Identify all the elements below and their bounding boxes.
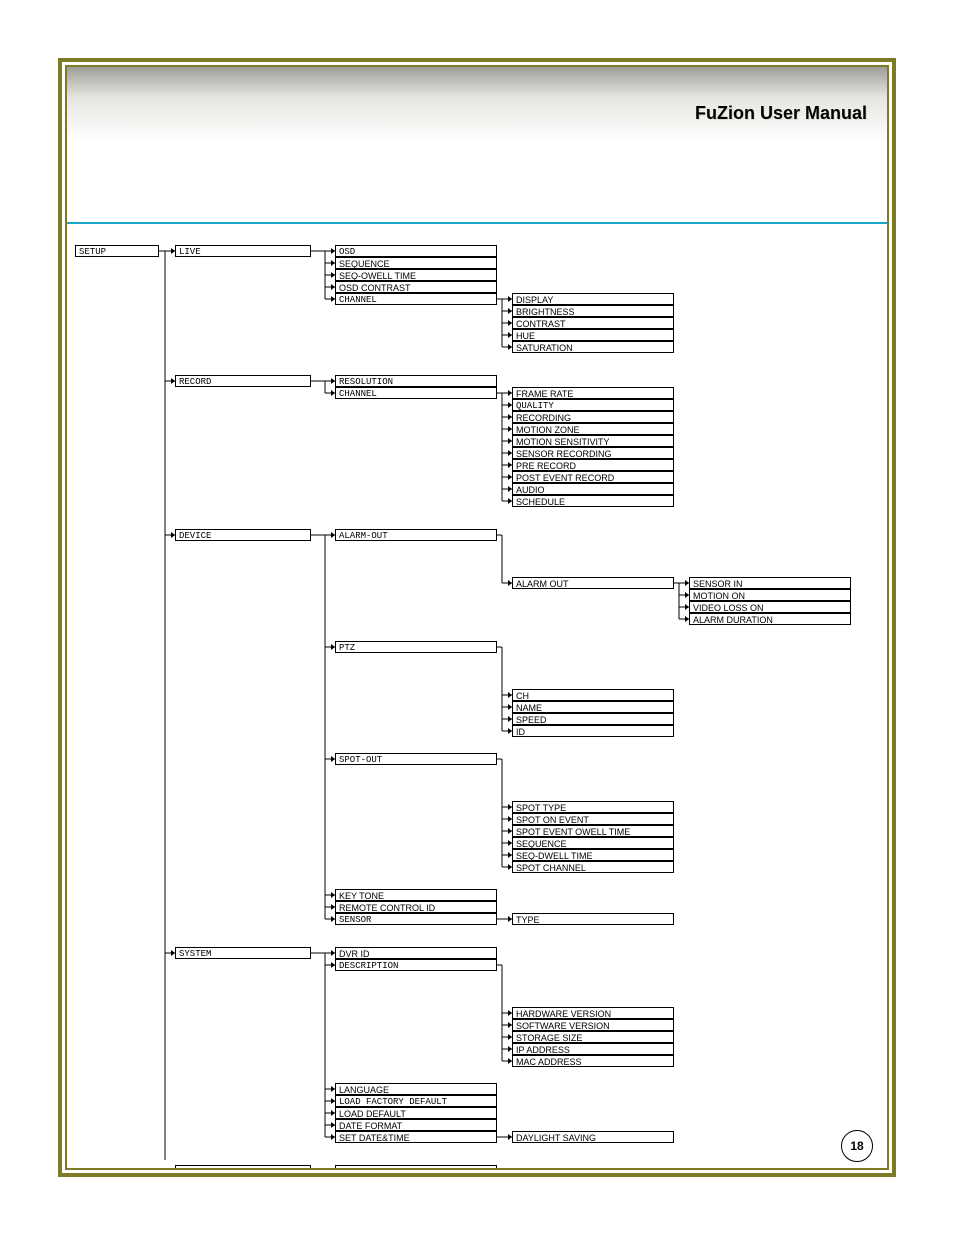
tree-node: CH: [512, 689, 674, 701]
tree-node: QUALITY: [512, 399, 674, 411]
tree-node: VIDEO LOSS ON: [689, 601, 851, 613]
tree-node: ADMIN PASSWORD: [335, 1165, 497, 1170]
tree-node: SYSTEM: [175, 947, 311, 959]
tree-node: MAC ADDRESS: [512, 1055, 674, 1067]
tree-node: ID: [512, 725, 674, 737]
tree-node: LANGUAGE: [335, 1083, 497, 1095]
tree-node: SPOT TYPE: [512, 801, 674, 813]
tree-node: HARDWARE VERSION: [512, 1007, 674, 1019]
tree-node: OSD CONTRAST: [335, 281, 497, 293]
tree-node: REMOTE CONTROL ID: [335, 901, 497, 913]
tree-node: OSD: [335, 245, 497, 257]
tree-node: BRIGHTNESS: [512, 305, 674, 317]
tree-node: SEQUENCE: [335, 257, 497, 269]
tree-node: KEY TONE: [335, 889, 497, 901]
tree-node: SATURATION: [512, 341, 674, 353]
tree-node: SENSOR: [335, 913, 497, 925]
tree-node: CONTRAST: [512, 317, 674, 329]
page-number: 18: [841, 1130, 873, 1162]
tree-node: SET DATE&TIME: [335, 1131, 497, 1143]
tree-node: SENSOR IN: [689, 577, 851, 589]
tree-node: SECURITY: [175, 1165, 311, 1170]
tree-node: DAYLIGHT SAVING: [512, 1131, 674, 1143]
tree-node: TYPE: [512, 913, 674, 925]
tree-node: CHANNEL: [335, 293, 497, 305]
tree-node: RESOLUTION: [335, 375, 497, 387]
menu-tree-diagram: SETUPLIVEOSDSEQUENCESEQ-OWELL TIMEOSD CO…: [67, 237, 887, 1160]
tree-node: HUE: [512, 329, 674, 341]
tree-node: SETUP: [75, 245, 159, 257]
tree-node: DVR ID: [335, 947, 497, 959]
tree-node: SPOT EVENT OWELL TIME: [512, 825, 674, 837]
tree-node: IP ADDRESS: [512, 1043, 674, 1055]
tree-node: DATE FORMAT: [335, 1119, 497, 1131]
tree-node: PTZ: [335, 641, 497, 653]
tree-node: MOTION SENSITIVITY: [512, 435, 674, 447]
tree-node: LOAD DEFAULT: [335, 1107, 497, 1119]
tree-node: DESCRIPTION: [335, 959, 497, 971]
tree-node: SEQ-DWELL TIME: [512, 849, 674, 861]
tree-node: SEQUENCE: [512, 837, 674, 849]
tree-node: NAME: [512, 701, 674, 713]
tree-node: AUDIO: [512, 483, 674, 495]
tree-node: LIVE: [175, 245, 311, 257]
tree-node: SPOT ON EVENT: [512, 813, 674, 825]
tree-node: POST EVENT RECORD: [512, 471, 674, 483]
tree-node: MOTION ZONE: [512, 423, 674, 435]
tree-node: SPOT-OUT: [335, 753, 497, 765]
tree-node: MOTION ON: [689, 589, 851, 601]
divider: [67, 222, 887, 224]
tree-node: SENSOR RECORDING: [512, 447, 674, 459]
tree-node: DISPLAY: [512, 293, 674, 305]
tree-node: STORAGE SIZE: [512, 1031, 674, 1043]
tree-node: RECORD: [175, 375, 311, 387]
tree-node: PRE RECORD: [512, 459, 674, 471]
tree-node: SPOT CHANNEL: [512, 861, 674, 873]
tree-node: ALARM-OUT: [335, 529, 497, 541]
page-title: FuZion User Manual: [695, 103, 867, 124]
tree-node: SPEED: [512, 713, 674, 725]
tree-node: DEVICE: [175, 529, 311, 541]
tree-node: SOFTWARE VERSION: [512, 1019, 674, 1031]
tree-node: SEQ-OWELL TIME: [335, 269, 497, 281]
tree-node: CHANNEL: [335, 387, 497, 399]
tree-node: SCHEDULE: [512, 495, 674, 507]
tree-node: LOAD FACTORY DEFAULT: [335, 1095, 497, 1107]
tree-node: FRAME RATE: [512, 387, 674, 399]
tree-node: ALARM OUT: [512, 577, 674, 589]
tree-node: ALARM DURATION: [689, 613, 851, 625]
tree-node: RECORDING: [512, 411, 674, 423]
